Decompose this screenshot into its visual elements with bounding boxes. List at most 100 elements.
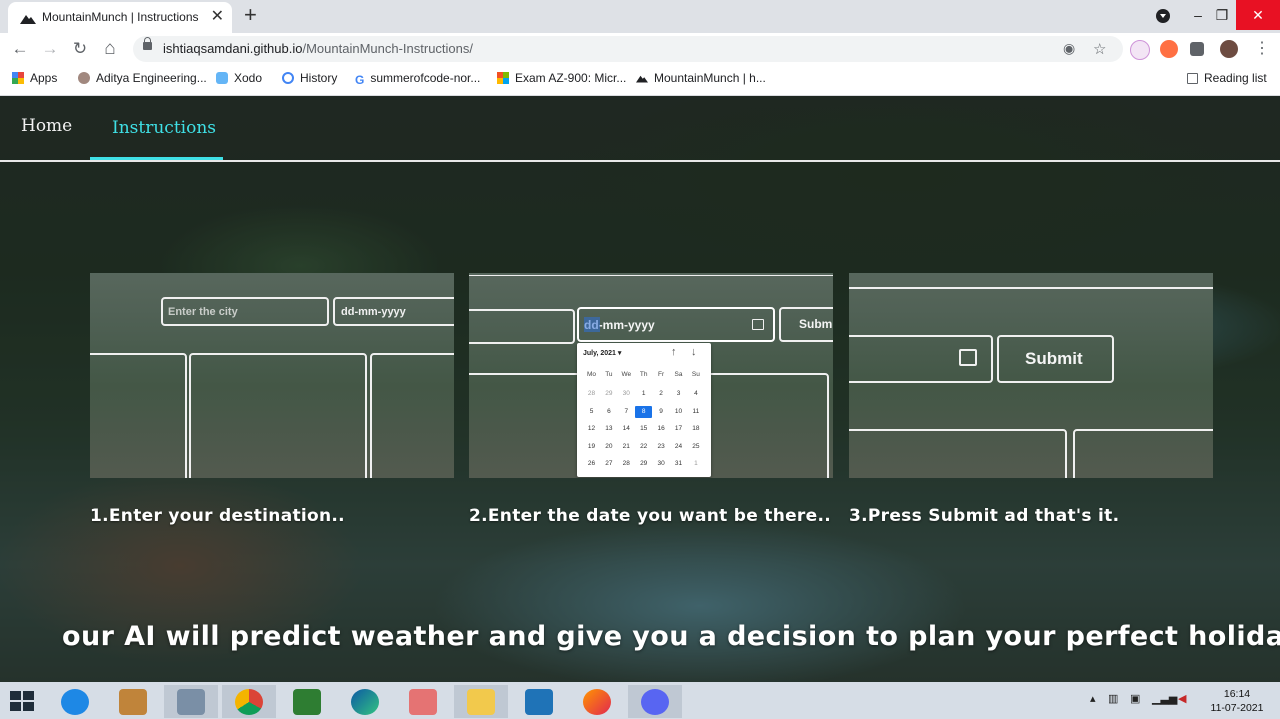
- calendar-day[interactable]: 9: [653, 406, 670, 418]
- start-pane: [23, 691, 34, 700]
- calendar-day[interactable]: 23: [653, 441, 670, 453]
- calendar-day[interactable]: 2: [653, 388, 670, 400]
- tray-network-icon[interactable]: ▥: [1108, 692, 1118, 705]
- frame-box-center: [189, 353, 367, 478]
- forward-icon[interactable]: →: [38, 37, 62, 61]
- snipping-icon: [409, 689, 437, 715]
- address-bar[interactable]: ishtiaqsamdani.github.io/MountainMunch-I…: [133, 36, 1123, 62]
- taskbar-app-control-panel[interactable]: [106, 685, 160, 718]
- taskbar-app-internet-explorer[interactable]: [48, 685, 102, 718]
- calendar-day[interactable]: 21: [618, 441, 635, 453]
- reload-icon[interactable]: ↻: [68, 37, 92, 61]
- extension-broadcast-icon[interactable]: [1130, 40, 1150, 60]
- taskbar-clock[interactable]: 16:14 11-07-2021: [1205, 687, 1269, 715]
- page-background: Home Instructions Enter the city dd-mm-y…: [0, 96, 1280, 682]
- taskbar-app-edge[interactable]: [338, 685, 392, 718]
- tray-volume-muted-icon[interactable]: ◀: [1178, 692, 1186, 705]
- tracking-eye-off-icon[interactable]: ◉: [1063, 40, 1075, 57]
- calendar-day[interactable]: 16: [653, 423, 670, 435]
- url-text: ishtiaqsamdani.github.io/MountainMunch-I…: [163, 41, 473, 56]
- calendar-day[interactable]: 5: [583, 406, 600, 418]
- calendar-day[interactable]: 26: [583, 458, 600, 470]
- edge-icon: [351, 689, 379, 715]
- calendar-day[interactable]: 25: [687, 441, 704, 453]
- calendar-day[interactable]: 30: [653, 458, 670, 470]
- windows-start-icon[interactable]: [10, 691, 34, 711]
- calendar-day[interactable]: 15: [635, 423, 652, 435]
- calendar-day[interactable]: 3: [670, 388, 687, 400]
- new-tab-button[interactable]: +: [244, 3, 257, 27]
- nav-home-link[interactable]: Home: [21, 116, 72, 136]
- bookmark-aditya[interactable]: Aditya Engineering...: [78, 71, 207, 85]
- taskbar-app-snipping[interactable]: [396, 685, 450, 718]
- calendar-day-selected[interactable]: 8: [635, 405, 653, 418]
- calendar-day[interactable]: 24: [670, 441, 687, 453]
- calendar-day[interactable]: 22: [635, 441, 652, 453]
- taskbar-app-file-explorer[interactable]: [454, 685, 508, 718]
- taskbar-app-chrome[interactable]: [222, 685, 276, 718]
- calendar-day[interactable]: 19: [583, 441, 600, 453]
- calendar-day[interactable]: 29: [635, 458, 652, 470]
- calendar-day[interactable]: 28: [583, 388, 600, 400]
- calendar-day[interactable]: 14: [618, 423, 635, 435]
- taskbar-app-paint[interactable]: [164, 685, 218, 718]
- calendar-day[interactable]: 20: [600, 441, 617, 453]
- calendar-day[interactable]: 11: [687, 406, 704, 418]
- tray-usb-icon[interactable]: ▣: [1130, 692, 1140, 705]
- close-window-button[interactable]: ✕: [1236, 0, 1280, 30]
- calendar-month-label[interactable]: July, 2021 ▾: [583, 349, 621, 357]
- calendar-next-icon[interactable]: ↓: [691, 346, 697, 358]
- bookmark-history[interactable]: History: [282, 71, 337, 85]
- calendar-day[interactable]: 6: [600, 406, 617, 418]
- calendar-day[interactable]: 28: [618, 458, 635, 470]
- bookmark-apps[interactable]: Apps: [12, 71, 57, 85]
- home-icon[interactable]: ⌂: [98, 37, 122, 61]
- taskbar-app-discord[interactable]: [628, 685, 682, 718]
- calendar-day[interactable]: 31: [670, 458, 687, 470]
- back-icon[interactable]: ←: [8, 37, 32, 61]
- calendar-day[interactable]: 18: [687, 423, 704, 435]
- calendar-day[interactable]: 1: [687, 458, 704, 470]
- taskbar-app-store[interactable]: [280, 685, 334, 718]
- tab-search-icon[interactable]: [1156, 9, 1170, 23]
- nav-instructions-link[interactable]: Instructions: [112, 118, 216, 138]
- browser-tab[interactable]: MountainMunch | Instructions ✕: [8, 2, 232, 33]
- mountain-icon: [636, 75, 648, 83]
- reading-list-button[interactable]: Reading list: [1187, 71, 1267, 85]
- calendar-day[interactable]: 30: [618, 388, 635, 400]
- extensions-puzzle-icon[interactable]: [1190, 42, 1204, 56]
- calendar-day[interactable]: 1: [635, 388, 652, 400]
- discord-icon: [641, 689, 669, 715]
- bookmark-label: Xodo: [234, 71, 263, 85]
- aditya-icon: [78, 72, 90, 84]
- calendar-day[interactable]: 7: [618, 406, 635, 418]
- tray-chevron-icon[interactable]: ▴: [1090, 692, 1096, 705]
- bookmark-xodo[interactable]: Xodo: [216, 71, 262, 85]
- bookmark-star-icon[interactable]: ☆: [1093, 40, 1106, 58]
- frame-top-line: [469, 275, 833, 276]
- step3-caption: 3.Press Submit ad that's it.: [849, 506, 1120, 526]
- taskbar-app-firefox[interactable]: [570, 685, 624, 718]
- bookmark-exam[interactable]: Exam AZ-900: Micr...: [497, 71, 626, 85]
- firefox-icon: [583, 689, 611, 715]
- clock-time: 16:14: [1223, 688, 1251, 700]
- menu-kebab-icon[interactable]: ⋮: [1250, 37, 1274, 61]
- calendar-day[interactable]: 27: [600, 458, 617, 470]
- bookmark-mountainmunch[interactable]: MountainMunch | h...: [636, 71, 766, 85]
- calendar-weekday: Fr: [658, 371, 665, 378]
- date-picker-popup[interactable]: July, 2021 ▾ ↑ ↓ Mo Tu We Th Fr Sa Su 28 29 30 1 2 3…: [577, 343, 711, 477]
- calendar-day[interactable]: 10: [670, 406, 687, 418]
- calendar-day[interactable]: 17: [670, 423, 687, 435]
- bookmark-summerofcode[interactable]: Gsummerofcode-nor...: [355, 71, 480, 87]
- taskbar-app-vscode[interactable]: [512, 685, 566, 718]
- tray-signal-icon[interactable]: ▁▃▅: [1152, 692, 1177, 705]
- calendar-day[interactable]: 29: [600, 388, 617, 400]
- calendar-day[interactable]: 13: [600, 423, 617, 435]
- apps-grid-icon: [12, 72, 24, 84]
- calendar-day[interactable]: 12: [583, 423, 600, 435]
- tab-close-icon[interactable]: ✕: [211, 8, 224, 26]
- calendar-day[interactable]: 4: [687, 388, 704, 400]
- profile-avatar[interactable]: [1220, 40, 1238, 58]
- calendar-prev-icon[interactable]: ↑: [671, 346, 677, 358]
- extension-orange-icon[interactable]: [1160, 40, 1178, 58]
